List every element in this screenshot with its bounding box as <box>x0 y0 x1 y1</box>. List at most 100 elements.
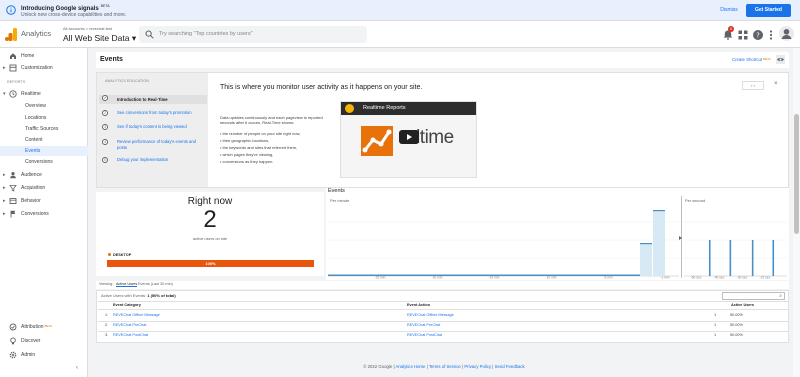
table-search-input[interactable]: ⌕ <box>722 292 785 300</box>
caret-down-icon: ▾ <box>3 91 6 97</box>
sidebar-item-conversions[interactable]: ▸ Conversions <box>0 209 88 219</box>
collapse-sidebar-icon[interactable]: ‹ <box>76 365 78 371</box>
sidebar-item-label: Events <box>25 148 41 154</box>
footer-link-privacy[interactable]: Privacy Policy <box>464 364 491 369</box>
list-item: their geographic locations, <box>220 137 300 144</box>
sidebar-item-label: Behavior <box>21 198 41 204</box>
sidebar-item-overview[interactable]: Overview <box>0 101 88 111</box>
realtime-video[interactable]: Realtime Reports altime <box>340 101 477 178</box>
event-category-link[interactable]: REVEChat Offline Message <box>113 313 160 317</box>
sidebar: Home ▸ Customization REPORTS ▾ Realtime … <box>0 48 88 377</box>
event-category-link[interactable]: REVEChat PreChat <box>113 323 146 327</box>
column-header[interactable]: Event Action <box>407 303 430 307</box>
per-minute-tick-label: -15 min <box>489 276 500 280</box>
step-number-icon: 2 <box>102 110 108 116</box>
view-selector[interactable]: All Web Site Data ▾ <box>63 33 136 44</box>
sidebar-item-home[interactable]: Home <box>0 51 88 61</box>
active-users-label: active users on site <box>192 236 228 241</box>
education-pager[interactable]: ‹ › <box>742 81 764 90</box>
footer: © 2022 Google | Analytics Home | Terms o… <box>363 364 525 369</box>
education-steps: ANALYTICS EDUCATION <box>97 73 208 187</box>
close-icon[interactable]: × <box>774 81 778 87</box>
sidebar-item-label: Audience <box>21 172 42 178</box>
customization-icon <box>9 64 17 72</box>
sidebar-item-content[interactable]: Content <box>0 135 88 145</box>
home-icon <box>10 53 16 59</box>
per-second-bar <box>772 240 775 276</box>
play-button-icon[interactable] <box>399 130 419 144</box>
attribution-icon <box>9 323 17 331</box>
table-summary: Active Users with Events: 1 (50% of tota… <box>101 293 176 298</box>
sidebar-item-locations[interactable]: Locations <box>0 113 88 123</box>
account-breadcrumb[interactable]: All accounts > revechat.test <box>63 26 112 31</box>
chart-divider <box>681 196 682 278</box>
acquisition-icon <box>9 185 17 192</box>
active-users-value: 1 <box>714 333 717 337</box>
search-box[interactable]: Try searching "Top countries by users" <box>139 26 367 43</box>
tab-events-last-30[interactable]: Events (Last 30 min) <box>138 282 173 286</box>
sidebar-item-realtime[interactable]: ▾ Realtime <box>0 89 88 99</box>
app-header: Analytics All accounts > revechat.test A… <box>0 21 800 48</box>
per-minute-tick-label: -10 min <box>546 276 557 280</box>
events-table: Active Users with Events: 1 (50% of tota… <box>96 290 789 343</box>
lightbulb-icon <box>10 337 16 345</box>
education-step-1[interactable]: ✓ Introduction to Real-Time <box>99 95 207 104</box>
tab-active-users[interactable]: Active Users <box>116 282 138 287</box>
active-users-value: 1 <box>714 313 717 317</box>
event-action-link[interactable]: REVEChat PostChat <box>407 333 442 337</box>
caret-right-icon: ▸ <box>3 65 6 71</box>
apps-grid-icon[interactable] <box>737 29 749 41</box>
sidebar-item-label: Discover <box>21 338 41 344</box>
eye-icon[interactable] <box>776 55 785 64</box>
event-action-link[interactable]: REVEChat Offline Message <box>407 313 454 317</box>
sidebar-item-discover[interactable]: Discover <box>0 336 88 346</box>
caret-right-icon: ▸ <box>3 185 6 191</box>
avatar[interactable] <box>779 26 794 41</box>
footer-link-terms[interactable]: Terms of Service <box>429 364 461 369</box>
get-started-button[interactable]: Get Started <box>746 4 791 17</box>
banner-beta-label: BETA <box>100 4 110 8</box>
channel-logo-icon <box>345 104 354 113</box>
sidebar-item-audience[interactable]: ▸ Audience <box>0 170 88 180</box>
per-minute-tick-label: -1 min <box>660 276 669 280</box>
sidebar-item-conversions-realtime[interactable]: Conversions <box>0 157 88 167</box>
video-title: Realtime Reports <box>363 105 406 111</box>
divider <box>98 309 789 310</box>
view-tabs: Viewing: Active Users Events (Last 30 mi… <box>96 281 789 289</box>
scrollbar[interactable] <box>793 48 800 377</box>
video-title-bar <box>341 102 476 115</box>
device-percent: 100% <box>205 261 216 266</box>
sidebar-item-events[interactable]: Events <box>0 146 88 156</box>
help-icon[interactable]: ? <box>752 29 764 41</box>
search-icon <box>145 30 154 39</box>
list-item: which pages they're viewing, <box>220 151 300 158</box>
create-shortcut-button[interactable]: Create ShortcutBETA <box>732 57 771 62</box>
sidebar-item-behavior[interactable]: ▸ Behavior <box>0 196 88 206</box>
more-vert-icon[interactable] <box>765 29 777 41</box>
banner-title: Introducing Google signals BETA <box>21 4 110 12</box>
sidebar-item-label: Conversions <box>21 211 49 217</box>
divider <box>98 331 789 332</box>
event-action-link[interactable]: REVEChat PreChat <box>407 323 440 327</box>
row-index: 3. <box>105 333 109 337</box>
step-label: Introduction to Real-Time <box>117 96 168 102</box>
sidebar-item-acquisition[interactable]: ▸ Acquisition <box>0 183 88 193</box>
per-minute-bar <box>640 243 652 276</box>
per-second-tick-label: -45 sec <box>714 276 725 280</box>
dismiss-button[interactable]: Dismiss <box>714 5 744 16</box>
sidebar-item-attribution[interactable]: AttributionBETA <box>0 322 88 332</box>
column-header[interactable]: Event Category <box>113 303 141 307</box>
behavior-icon <box>9 198 17 204</box>
sidebar-item-traffic-sources[interactable]: Traffic Sources <box>0 124 88 134</box>
scrollbar-thumb[interactable] <box>794 114 799 234</box>
row-index: 2. <box>105 323 109 327</box>
column-header[interactable]: Active Users <box>731 303 754 307</box>
event-category-link[interactable]: REVEChat PostChat <box>113 333 148 337</box>
reports-section-label: REPORTS <box>7 80 26 84</box>
sidebar-item-admin[interactable]: Admin <box>0 350 88 360</box>
search-placeholder: Try searching "Top countries by users" <box>159 31 253 37</box>
footer-link-analytics-home[interactable]: Analytics Home <box>396 364 426 369</box>
footer-link-feedback[interactable]: Send Feedback <box>495 364 525 369</box>
sidebar-item-customization[interactable]: ▸ Customization <box>0 63 88 73</box>
sidebar-item-label: Locations <box>25 115 47 121</box>
